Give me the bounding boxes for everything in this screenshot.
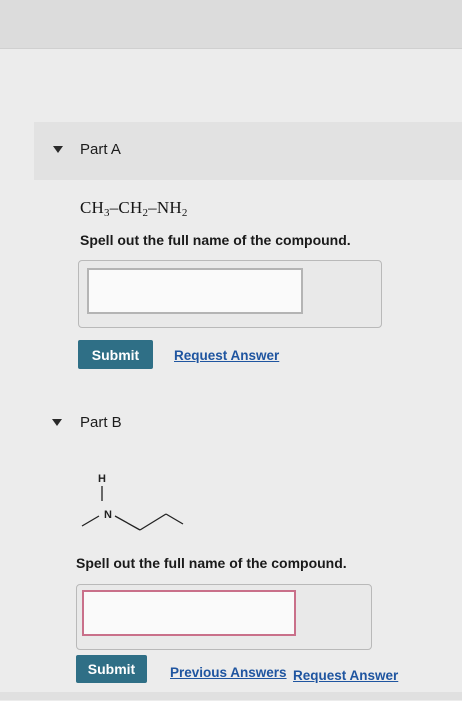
caret-down-icon[interactable] (52, 419, 62, 426)
bottom-edge (0, 692, 462, 700)
atom-h-label: H (98, 473, 106, 485)
bond-n-ch2 (114, 515, 141, 531)
previous-answers-link[interactable]: Previous Answers (170, 665, 287, 680)
part-b-submit-button[interactable]: Submit (76, 655, 147, 683)
part-a-question: Spell out the full name of the compound. (80, 232, 351, 248)
bond-n-methyl (81, 515, 100, 527)
part-b-question: Spell out the full name of the compound. (76, 555, 347, 571)
part-b-label: Part B (80, 414, 122, 431)
part-b-request-answer-link[interactable]: Request Answer (293, 668, 398, 683)
bond-ch2-ch3 (139, 513, 167, 531)
part-a-submit-button[interactable]: Submit (78, 340, 153, 369)
bond-ch3-end (165, 513, 184, 525)
atom-n-label: N (104, 509, 112, 521)
part-a-request-answer-link[interactable]: Request Answer (174, 348, 279, 363)
part-a-answer-input[interactable] (87, 268, 303, 314)
skeletal-structure: H N (81, 473, 184, 531)
top-margin (0, 0, 462, 48)
chemical-formula: CH3–CH2–NH2 (80, 198, 188, 219)
part-b-answer-input[interactable] (82, 590, 296, 636)
part-a-label: Part A (80, 141, 121, 158)
caret-down-icon[interactable] (53, 146, 63, 153)
